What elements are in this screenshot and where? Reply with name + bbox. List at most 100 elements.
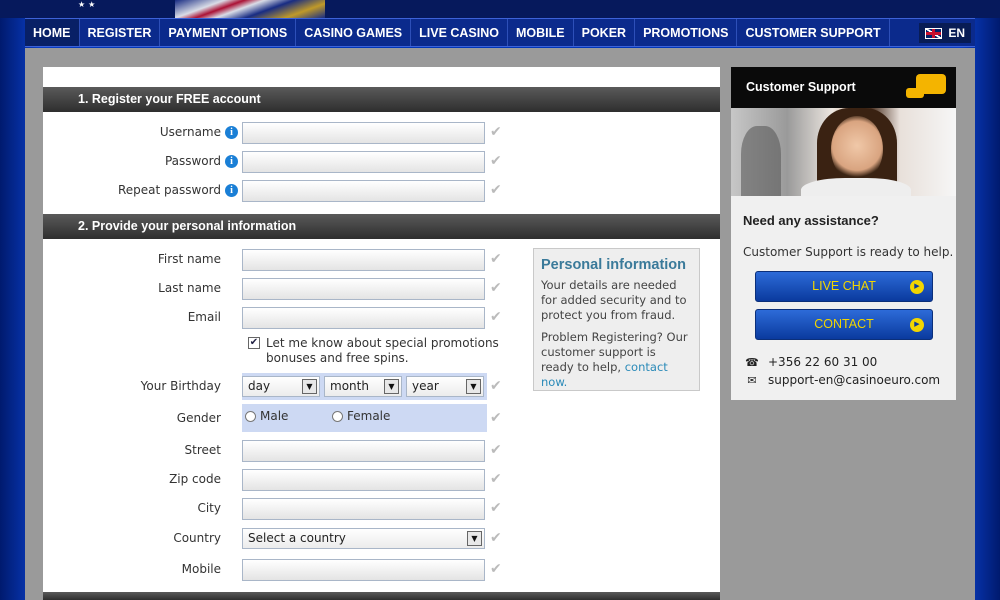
year-select-value: year — [412, 379, 439, 393]
country-row: Country Select a country ▼ ✔ — [43, 528, 543, 552]
personal-info-box: Personal information Your details are ne… — [533, 248, 700, 391]
photo-agent-body — [801, 178, 911, 196]
gender-box: Male Female — [242, 404, 487, 432]
street-row: Street ✔ — [43, 440, 543, 464]
check-icon: ✔ — [490, 182, 502, 198]
nav-payment-options[interactable]: PAYMENT OPTIONS — [160, 19, 297, 46]
photo-agent-face — [831, 116, 883, 182]
street-label: Street — [184, 443, 221, 457]
email-row: Email ✔ — [43, 307, 543, 331]
nav-poker[interactable]: POKER — [574, 19, 636, 46]
birthday-row: Your Birthday day ▼ month ▼ year ▼ ✔ — [43, 373, 543, 400]
phone-number: +356 22 60 31 00 — [768, 355, 878, 369]
top-banner — [0, 0, 1000, 18]
uk-flag-icon — [925, 27, 943, 39]
birthday-label: Your Birthday — [140, 379, 221, 393]
nav-home[interactable]: HOME — [25, 19, 80, 46]
email-input[interactable] — [242, 307, 485, 329]
contact-label: CONTACT — [814, 317, 874, 331]
section-header-register: 1. Register your FREE account — [43, 87, 720, 112]
check-icon: ✔ — [490, 309, 502, 325]
chevron-down-icon: ▼ — [466, 379, 481, 394]
city-input[interactable] — [242, 498, 485, 520]
repeat-password-row: Repeat password i ✔ — [43, 180, 543, 204]
last-name-input[interactable] — [242, 278, 485, 300]
username-row: Username i ✔ — [43, 122, 543, 146]
last-name-label: Last name — [158, 281, 221, 295]
radio-icon — [332, 410, 343, 422]
first-name-input[interactable] — [242, 249, 485, 271]
gender-female-radio[interactable]: Female — [332, 409, 390, 423]
contact-button[interactable]: CONTACT ▶ — [755, 309, 933, 340]
day-select[interactable]: day ▼ — [242, 376, 320, 397]
support-email[interactable]: support-en@casinoeuro.com — [768, 373, 940, 387]
gender-label: Gender — [176, 411, 221, 425]
chat-bubble-icon — [906, 74, 946, 98]
envelope-icon: ✉ — [747, 373, 757, 387]
password-input[interactable] — [242, 151, 485, 173]
personal-info-title: Personal information — [541, 257, 687, 273]
info-icon[interactable]: i — [225, 184, 238, 197]
zip-label: Zip code — [169, 472, 221, 486]
first-name-label: First name — [157, 252, 221, 266]
check-icon: ✔ — [490, 153, 502, 169]
month-select-value: month — [330, 379, 369, 393]
country-label: Country — [173, 531, 221, 545]
month-select[interactable]: month ▼ — [324, 376, 402, 397]
nav-register[interactable]: REGISTER — [80, 19, 161, 46]
mobile-row: Mobile ✔ — [43, 559, 543, 583]
repeat-password-label: Repeat password — [117, 183, 221, 197]
customer-support-panel: Customer Support Need any assistance? Cu… — [731, 67, 956, 400]
radio-icon — [245, 410, 256, 422]
username-input[interactable] — [242, 122, 485, 144]
gender-female-label: Female — [347, 409, 391, 423]
info-icon[interactable]: i — [225, 126, 238, 139]
check-icon: ✔ — [490, 561, 502, 577]
email-line: ✉ support-en@casinoeuro.com — [745, 373, 940, 387]
check-icon: ✔ — [490, 442, 502, 458]
nav-mobile[interactable]: MOBILE — [508, 19, 574, 46]
language-selector[interactable]: EN — [919, 23, 971, 43]
nav-customer-support[interactable]: CUSTOMER SUPPORT — [737, 19, 890, 46]
play-icon: ▶ — [910, 280, 924, 294]
support-title: Customer Support — [746, 80, 856, 94]
phone-icon: ☎ — [745, 355, 759, 369]
zip-input[interactable] — [242, 469, 485, 491]
live-chat-button[interactable]: LIVE CHAT ▶ — [755, 271, 933, 302]
check-icon: ✔ — [490, 251, 502, 267]
gender-male-label: Male — [260, 409, 289, 423]
photo-background-person — [741, 126, 781, 196]
main-nav: HOME REGISTER PAYMENT OPTIONS CASINO GAM… — [25, 18, 975, 47]
nav-casino-games[interactable]: CASINO GAMES — [296, 19, 412, 46]
year-select[interactable]: year ▼ — [406, 376, 484, 397]
street-input[interactable] — [242, 440, 485, 462]
info-icon[interactable]: i — [225, 155, 238, 168]
mobile-input[interactable] — [242, 559, 485, 581]
day-select-value: day — [248, 379, 271, 393]
promo-checkbox[interactable]: ✔ — [248, 337, 260, 349]
country-select-value: Select a country — [248, 531, 346, 545]
section-header-personal: 2. Provide your personal information — [43, 214, 720, 239]
flag-banner-graphic — [175, 0, 325, 18]
password-label: Password — [164, 154, 221, 168]
mobile-label: Mobile — [181, 562, 221, 576]
chevron-down-icon: ▼ — [302, 379, 317, 394]
repeat-password-input[interactable] — [242, 180, 485, 202]
gender-male-radio[interactable]: Male — [245, 409, 288, 423]
promo-text: Let me know about special promotions bon… — [266, 336, 499, 365]
section-header-next — [43, 592, 720, 600]
first-name-row: First name ✔ — [43, 249, 543, 273]
nav-promotions[interactable]: PROMOTIONS — [635, 19, 738, 46]
chevron-down-icon: ▼ — [384, 379, 399, 394]
personal-info-help: Problem Registering? Our customer suppor… — [541, 330, 692, 390]
country-select[interactable]: Select a country ▼ — [242, 528, 485, 549]
check-icon: ✔ — [490, 500, 502, 516]
check-icon: ✔ — [490, 378, 502, 394]
phone-line: ☎ +356 22 60 31 00 — [745, 355, 877, 369]
support-agent-photo — [731, 108, 956, 196]
play-icon: ▶ — [910, 318, 924, 332]
gender-row: Gender Male Female ✔ — [43, 404, 543, 432]
check-icon: ✔ — [490, 124, 502, 140]
password-row: Password i ✔ — [43, 151, 543, 175]
nav-live-casino[interactable]: LIVE CASINO — [411, 19, 508, 46]
